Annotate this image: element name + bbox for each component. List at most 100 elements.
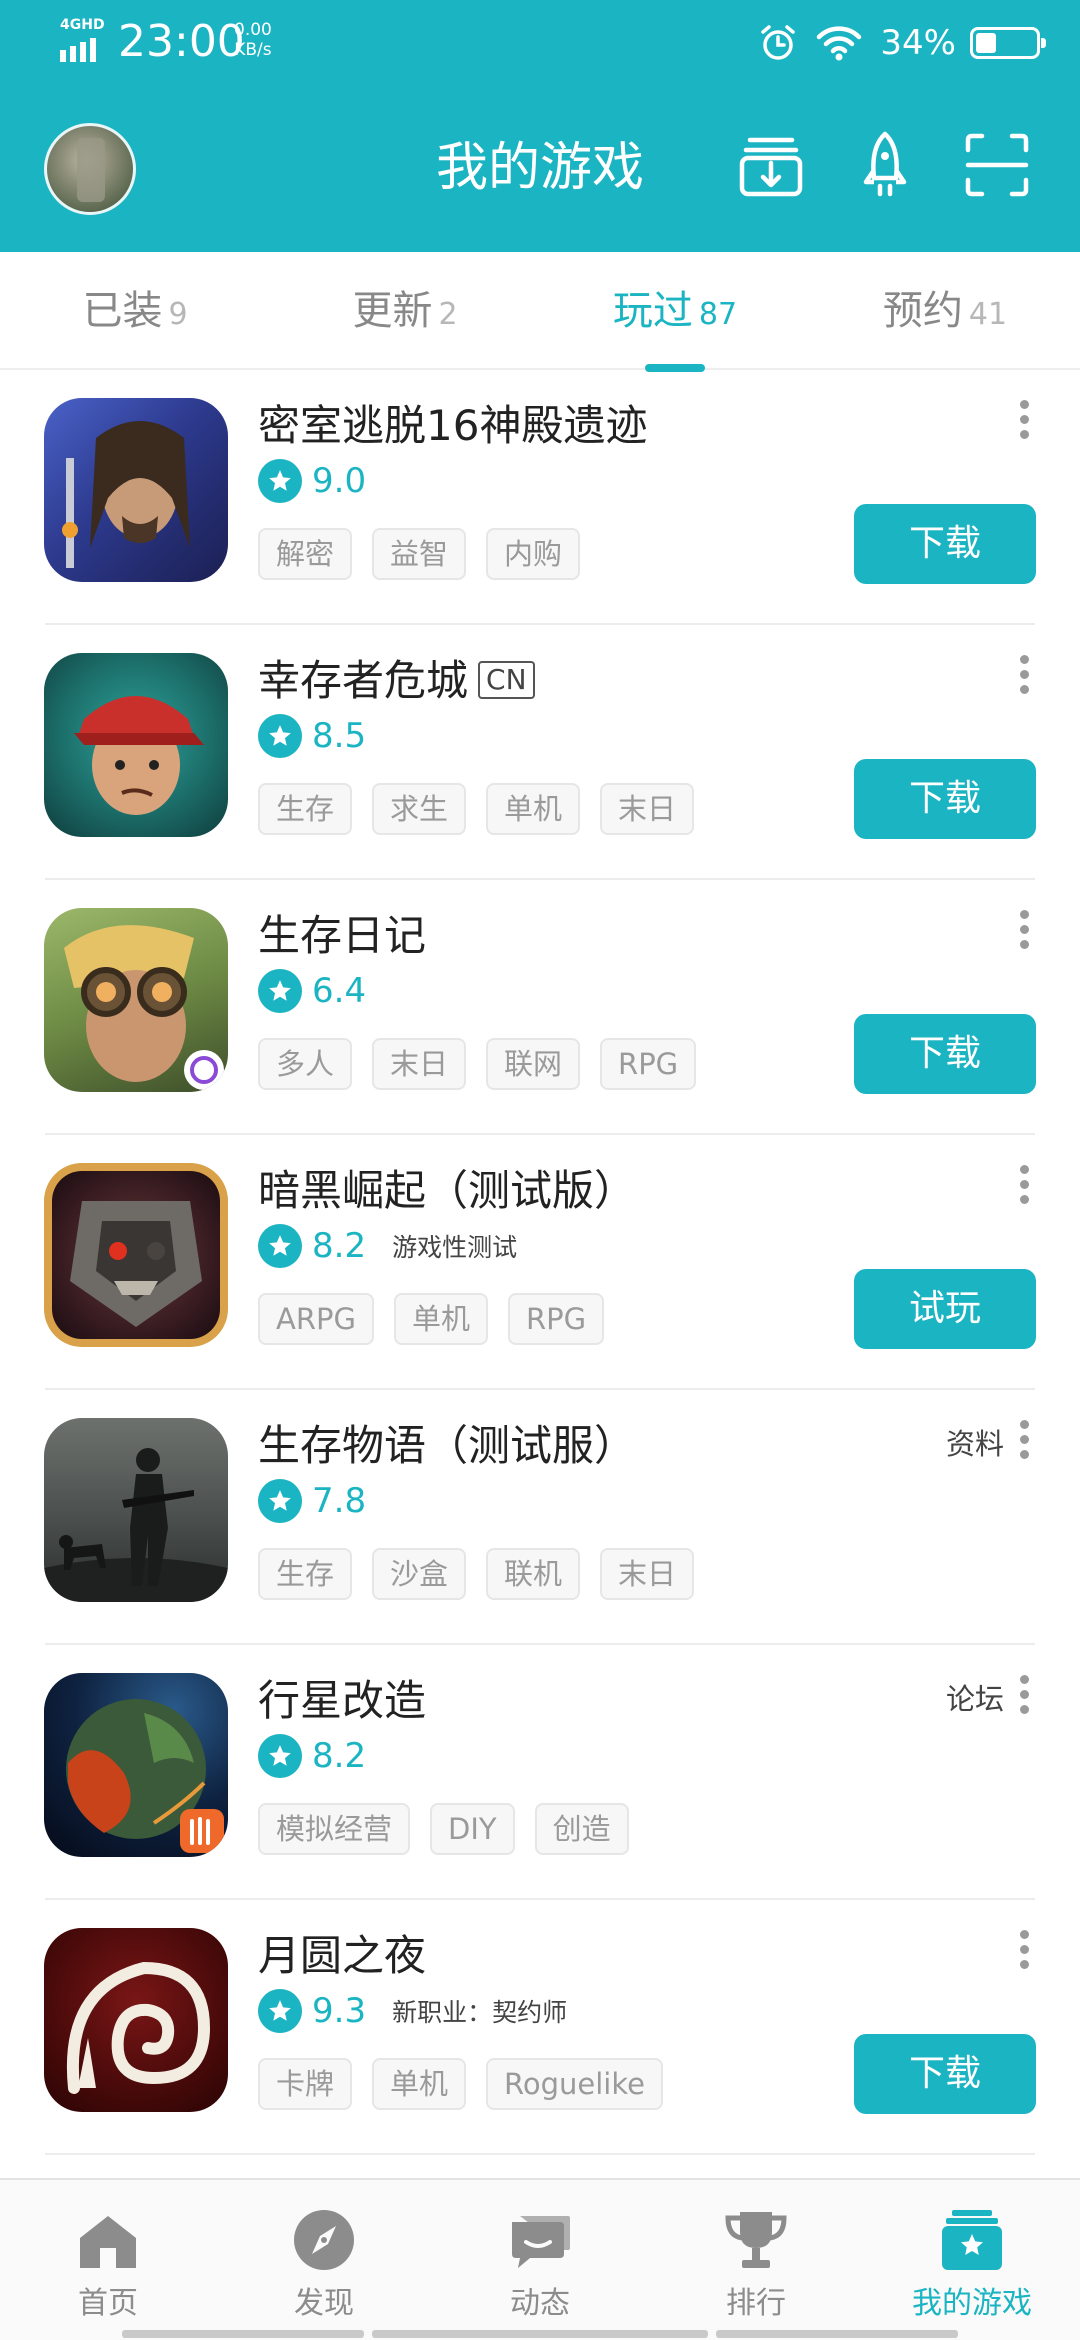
tab-installed[interactable]: 已装 9 — [0, 252, 270, 370]
game-tag[interactable]: 末日 — [600, 1548, 695, 1600]
region-badge: CN — [478, 661, 535, 699]
game-tag[interactable]: 卡牌 — [258, 2058, 353, 2110]
game-list-item[interactable]: 幸存者危城 CN 8.5 生存 求生 单机 末日 下载 — [0, 625, 1080, 880]
game-tag[interactable]: 生存 — [258, 1548, 353, 1600]
game-tag[interactable]: 单机 — [393, 1293, 488, 1345]
game-name: 密室逃脱16神殿遗迹 — [258, 401, 648, 450]
cellular-signal-icon: 4GHD — [58, 18, 108, 62]
game-tag[interactable]: 生存 — [258, 783, 353, 835]
game-tag[interactable]: RPG — [600, 1038, 697, 1090]
nav-label: 首页 — [78, 2286, 138, 2321]
game-title: 密室逃脱16神殿遗迹 — [258, 396, 647, 456]
trial-button[interactable]: 试玩 — [854, 1269, 1036, 1349]
game-list-item[interactable]: 月圆之夜 9.3 新职业：契约师 卡牌 单机 Roguelike 下载 — [0, 1900, 1080, 2155]
tab-reserved[interactable]: 预约 41 — [810, 252, 1080, 370]
speed-unit: KB/s — [234, 40, 272, 60]
game-score: 8.2 — [312, 1226, 367, 1266]
game-tags: 卡牌 单机 Roguelike — [258, 2058, 683, 2110]
info-link[interactable]: 资料 — [946, 1424, 1004, 1464]
game-score: 9.0 — [312, 461, 367, 501]
my-games-icon — [942, 2210, 1002, 2270]
game-icon[interactable] — [44, 398, 228, 582]
nav-my-games[interactable]: 我的游戏 — [864, 2180, 1080, 2340]
star-icon — [258, 1734, 302, 1778]
game-tags: 多人 末日 联网 RPG — [258, 1038, 716, 1090]
game-tag[interactable]: Roguelike — [486, 2058, 663, 2110]
battery-percent: 34% — [880, 23, 956, 63]
game-icon[interactable] — [44, 1163, 228, 1347]
battery-icon — [970, 27, 1046, 59]
game-tag[interactable]: 求生 — [372, 783, 467, 835]
nav-home[interactable]: 首页 — [0, 2180, 216, 2340]
game-tag[interactable]: 末日 — [372, 1038, 467, 1090]
game-tag[interactable]: 联网 — [486, 1038, 581, 1090]
nav-feed[interactable]: 动态 — [432, 2180, 648, 2340]
download-button[interactable]: 下载 — [854, 504, 1036, 584]
game-icon[interactable] — [44, 653, 228, 837]
game-tags: ARPG 单机 RPG — [258, 1293, 624, 1345]
tab-count: 41 — [968, 297, 1008, 332]
compass-icon — [294, 2210, 354, 2270]
more-options-icon[interactable] — [1014, 1165, 1034, 1215]
game-icon[interactable] — [44, 1673, 228, 1857]
tab-count: 87 — [698, 297, 738, 332]
game-tag[interactable]: 解密 — [258, 528, 353, 580]
tab-played[interactable]: 玩过 87 — [540, 252, 810, 372]
game-tag[interactable]: DIY — [430, 1803, 515, 1855]
status-bar: 4GHD 23:00 0.00 KB/s 34% — [0, 0, 1080, 86]
rocket-icon[interactable] — [850, 130, 920, 200]
game-note: 游戏性测试 — [392, 1233, 518, 1262]
game-tag[interactable]: 末日 — [600, 783, 695, 835]
game-note: 新职业：契约师 — [392, 1998, 568, 2027]
game-name: 暗黑崛起（测试版） — [258, 1166, 637, 1215]
game-tag[interactable]: 创造 — [534, 1803, 629, 1855]
game-name: 生存日记 — [258, 911, 427, 960]
nav-ranking[interactable]: 排行 — [648, 2180, 864, 2340]
more-options-icon[interactable] — [1014, 1675, 1034, 1725]
game-icon[interactable] — [44, 908, 228, 1092]
game-title: 暗黑崛起（测试版） — [258, 1161, 636, 1221]
game-list-item[interactable]: 行星改造 8.2 模拟经营 DIY 创造 论坛 — [0, 1645, 1080, 1900]
game-score: 8.2 — [312, 1736, 367, 1776]
game-tag[interactable]: 内购 — [486, 528, 581, 580]
download-button[interactable]: 下载 — [854, 2034, 1036, 2114]
star-icon — [258, 969, 302, 1013]
tab-label: 已装 — [82, 288, 163, 334]
wifi-icon — [817, 26, 862, 61]
game-list-item[interactable]: 暗黑崛起（测试版） 8.2 游戏性测试 ARPG 单机 RPG 试玩 — [0, 1135, 1080, 1390]
game-icon[interactable] — [44, 1418, 228, 1602]
game-tag[interactable]: 模拟经营 — [258, 1803, 411, 1855]
scan-icon[interactable] — [962, 130, 1032, 200]
more-options-icon[interactable] — [1014, 655, 1034, 705]
game-tag[interactable]: 益智 — [372, 528, 467, 580]
game-list-item[interactable]: 密室逃脱16神殿遗迹 9.0 解密 益智 内购 下载 — [0, 370, 1080, 625]
download-button[interactable]: 下载 — [854, 1014, 1036, 1094]
game-list-item[interactable]: 生存日记 6.4 多人 末日 联网 RPG 下载 — [0, 880, 1080, 1135]
tab-updates[interactable]: 更新 2 — [270, 252, 540, 370]
nav-discover[interactable]: 发现 — [216, 2180, 432, 2340]
game-tag[interactable]: RPG — [507, 1293, 605, 1345]
game-score: 7.8 — [312, 1481, 367, 1521]
game-tag[interactable]: 单机 — [372, 2058, 467, 2110]
download-button[interactable]: 下载 — [854, 759, 1036, 839]
game-rating: 9.3 新职业：契约师 — [258, 1986, 567, 2036]
game-tags: 模拟经营 DIY 创造 — [258, 1803, 649, 1855]
clock: 23:00 — [118, 16, 245, 67]
game-tag[interactable]: 单机 — [486, 783, 581, 835]
game-tag[interactable]: 沙盒 — [372, 1548, 467, 1600]
forum-link[interactable]: 论坛 — [946, 1679, 1004, 1719]
game-list-item[interactable]: 生存物语（测试服） 7.8 生存 沙盒 联机 末日 资料 — [0, 1390, 1080, 1645]
download-manager-icon[interactable] — [736, 130, 806, 200]
game-icon[interactable] — [44, 1928, 228, 2112]
more-options-icon[interactable] — [1014, 400, 1034, 450]
home-icon — [80, 2216, 136, 2268]
network-speed: 0.00 KB/s — [234, 20, 272, 60]
game-tag[interactable]: ARPG — [258, 1293, 374, 1345]
game-tag[interactable]: 联机 — [486, 1548, 581, 1600]
more-options-icon[interactable] — [1014, 1420, 1034, 1470]
more-options-icon[interactable] — [1014, 910, 1034, 960]
game-name: 行星改造 — [258, 1676, 427, 1725]
more-options-icon[interactable] — [1014, 1930, 1034, 1980]
game-name: 生存物语（测试服） — [258, 1421, 637, 1470]
game-tag[interactable]: 多人 — [258, 1038, 353, 1090]
